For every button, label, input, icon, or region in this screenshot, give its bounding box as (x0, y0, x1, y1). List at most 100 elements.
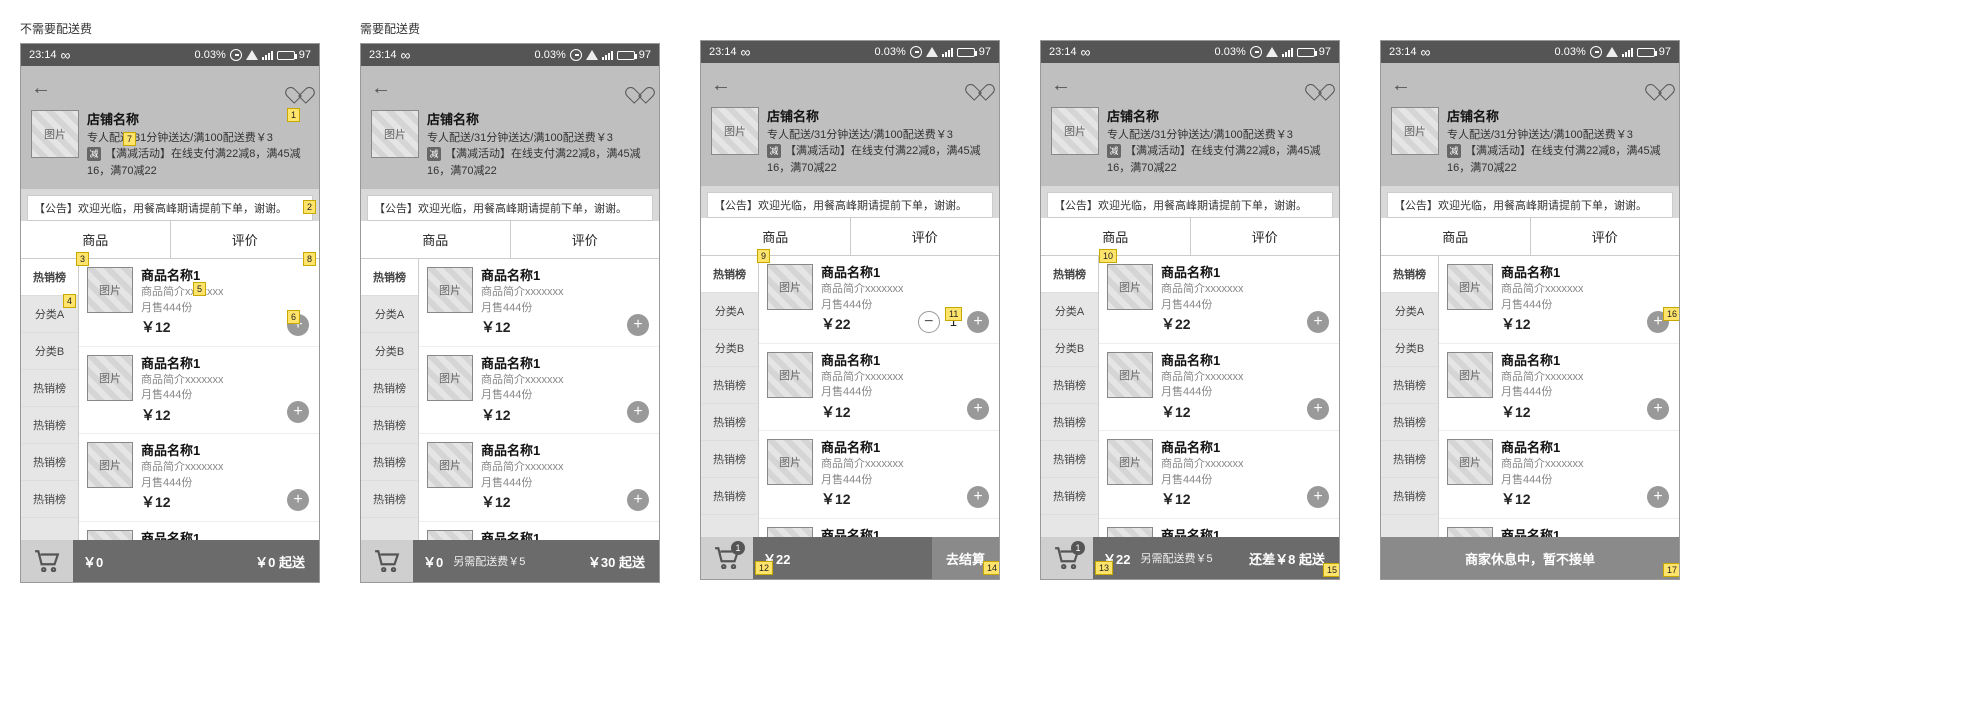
category-item[interactable]: 热销榜 (21, 259, 78, 296)
cart-bar[interactable]: ￥0另需配送费￥5￥30 起送 (361, 540, 659, 582)
category-item[interactable]: 热销榜 (361, 407, 418, 444)
back-icon[interactable]: ← (711, 74, 731, 97)
category-item[interactable]: 热销榜 (1381, 256, 1438, 293)
favorite-icon[interactable] (1311, 77, 1329, 93)
add-button[interactable]: + (287, 401, 309, 423)
favorite-icon[interactable] (971, 77, 989, 93)
tab-reviews[interactable]: 评价 (511, 221, 660, 258)
category-item[interactable]: 热销榜 (21, 407, 78, 444)
category-item[interactable]: 分类A (361, 296, 418, 333)
product-row[interactable]: 图片商品名称1商品简介xxxxxxx月售444份￥12+ (759, 519, 999, 537)
favorite-icon[interactable] (291, 80, 309, 96)
tab-reviews[interactable]: 评价 (1191, 218, 1340, 255)
tab-goods[interactable]: 商品 (21, 221, 171, 258)
category-item[interactable]: 热销榜 (701, 441, 758, 478)
category-item[interactable]: 热销榜 (361, 444, 418, 481)
favorite-icon[interactable] (1651, 77, 1669, 93)
product-row[interactable]: 图片商品名称1商品简介xxxxxxx月售444份￥12+ (1099, 431, 1339, 519)
tab-goods[interactable]: 商品 (701, 218, 851, 255)
product-row[interactable]: 图片商品名称1商品简介xxxxxxx月售444份￥12+ (79, 347, 319, 435)
product-row[interactable]: 图片商品名称1商品简介xxxxxxx月售444份￥12+ (419, 347, 659, 435)
add-button[interactable]: + (1647, 398, 1669, 420)
category-item[interactable]: 热销榜 (21, 370, 78, 407)
category-item[interactable]: 分类B (361, 333, 418, 370)
category-item[interactable]: 热销榜 (1041, 256, 1098, 293)
back-icon[interactable]: ← (1051, 74, 1071, 97)
cart-count-badge: 1 (1071, 541, 1085, 555)
favorite-icon[interactable] (631, 80, 649, 96)
category-item[interactable]: 热销榜 (1041, 478, 1098, 515)
product-row[interactable]: 图片商品名称1商品简介xxxxxxx月售444份￥12+ (1439, 519, 1679, 537)
product-row[interactable]: 图片商品名称1商品简介xxxxxxx月售444份￥12+ (759, 344, 999, 432)
add-button[interactable]: + (1307, 311, 1329, 333)
category-item[interactable]: 热销榜 (1381, 367, 1438, 404)
add-button[interactable]: + (1307, 486, 1329, 508)
product-name: 商品名称1 (1161, 352, 1331, 370)
category-item[interactable]: 分类B (1041, 330, 1098, 367)
category-item[interactable]: 热销榜 (361, 370, 418, 407)
category-item[interactable]: 热销榜 (361, 259, 418, 296)
category-item[interactable]: 分类B (701, 330, 758, 367)
back-icon[interactable]: ← (371, 77, 391, 100)
category-item[interactable]: 热销榜 (1041, 367, 1098, 404)
plus-button[interactable]: + (967, 311, 989, 333)
cart-icon[interactable]: 1 (1041, 537, 1093, 579)
add-button[interactable]: + (1307, 398, 1329, 420)
back-icon[interactable]: ← (1391, 74, 1411, 97)
category-item[interactable]: 热销榜 (1041, 441, 1098, 478)
category-item[interactable]: 热销榜 (1041, 404, 1098, 441)
cart-icon[interactable]: 1 (701, 537, 753, 579)
category-item[interactable]: 热销榜 (701, 367, 758, 404)
category-item[interactable]: 热销榜 (21, 444, 78, 481)
cart-bar[interactable]: 1￥22去结算 (701, 537, 999, 579)
back-icon[interactable]: ← (31, 77, 51, 100)
product-row[interactable]: 图片商品名称1商品简介xxxxxxx月售444份￥22+ (1099, 256, 1339, 344)
tab-goods[interactable]: 商品 (361, 221, 511, 258)
cart-icon[interactable] (361, 540, 413, 582)
add-button[interactable]: + (287, 489, 309, 511)
category-item[interactable]: 热销榜 (361, 481, 418, 518)
product-row[interactable]: 图片商品名称1商品简介xxxxxxx月售444份￥12+ (79, 259, 319, 347)
category-item[interactable]: 热销榜 (701, 478, 758, 515)
category-item[interactable]: 热销榜 (1381, 404, 1438, 441)
product-row[interactable]: 图片商品名称1商品简介xxxxxxx月售444份￥22−1+ (759, 256, 999, 344)
category-item[interactable]: 分类A (1041, 293, 1098, 330)
minus-button[interactable]: − (918, 311, 940, 333)
product-row[interactable]: 图片商品名称1商品简介xxxxxxx月售444份￥12+ (419, 434, 659, 522)
product-row[interactable]: 图片商品名称1商品简介xxxxxxx月售444份￥12+ (1439, 344, 1679, 432)
product-row[interactable]: 图片商品名称1商品简介xxxxxxx月售444份￥12+ (1099, 519, 1339, 537)
product-row[interactable]: 图片商品名称1商品简介xxxxxxx月售444份￥12+ (419, 522, 659, 540)
add-button[interactable]: + (967, 398, 989, 420)
product-row[interactable]: 图片商品名称1商品简介xxxxxxx月售444份￥12+ (1439, 256, 1679, 344)
cart-ship-fee: 另需配送费￥5 (1140, 550, 1212, 566)
product-row[interactable]: 图片商品名称1商品简介xxxxxxx月售444份￥12+ (79, 522, 319, 540)
cart-action[interactable]: ￥30 起送 (574, 540, 659, 582)
product-row[interactable]: 图片商品名称1商品简介xxxxxxx月售444份￥12+ (1099, 344, 1339, 432)
category-item[interactable]: 分类B (21, 333, 78, 370)
cart-action[interactable]: ￥0 起送 (241, 540, 319, 582)
add-button[interactable]: + (627, 401, 649, 423)
product-row[interactable]: 图片商品名称1商品简介xxxxxxx月售444份￥12+ (79, 434, 319, 522)
category-item[interactable]: 热销榜 (1381, 441, 1438, 478)
category-item[interactable]: 热销榜 (701, 256, 758, 293)
category-item[interactable]: 热销榜 (1381, 478, 1438, 515)
tab-reviews[interactable]: 评价 (1531, 218, 1680, 255)
cart-bar[interactable]: 1￥22另需配送费￥5还差￥8 起送 (1041, 537, 1339, 579)
add-button[interactable]: + (627, 489, 649, 511)
add-button[interactable]: + (967, 486, 989, 508)
add-button[interactable]: + (627, 314, 649, 336)
category-item[interactable]: 热销榜 (21, 481, 78, 518)
category-item[interactable]: 分类A (701, 293, 758, 330)
add-button[interactable]: + (1647, 486, 1669, 508)
category-item[interactable]: 分类A (1381, 293, 1438, 330)
cart-icon[interactable] (21, 540, 73, 582)
category-item[interactable]: 热销榜 (701, 404, 758, 441)
product-row[interactable]: 图片商品名称1商品简介xxxxxxx月售444份￥12+ (759, 431, 999, 519)
tab-reviews[interactable]: 评价 (171, 221, 320, 258)
tab-goods[interactable]: 商品 (1381, 218, 1531, 255)
category-item[interactable]: 分类B (1381, 330, 1438, 367)
tab-reviews[interactable]: 评价 (851, 218, 1000, 255)
product-row[interactable]: 图片商品名称1商品简介xxxxxxx月售444份￥12+ (1439, 431, 1679, 519)
product-row[interactable]: 图片商品名称1商品简介xxxxxxx月售444份￥12+ (419, 259, 659, 347)
cart-bar[interactable]: ￥0￥0 起送 (21, 540, 319, 582)
